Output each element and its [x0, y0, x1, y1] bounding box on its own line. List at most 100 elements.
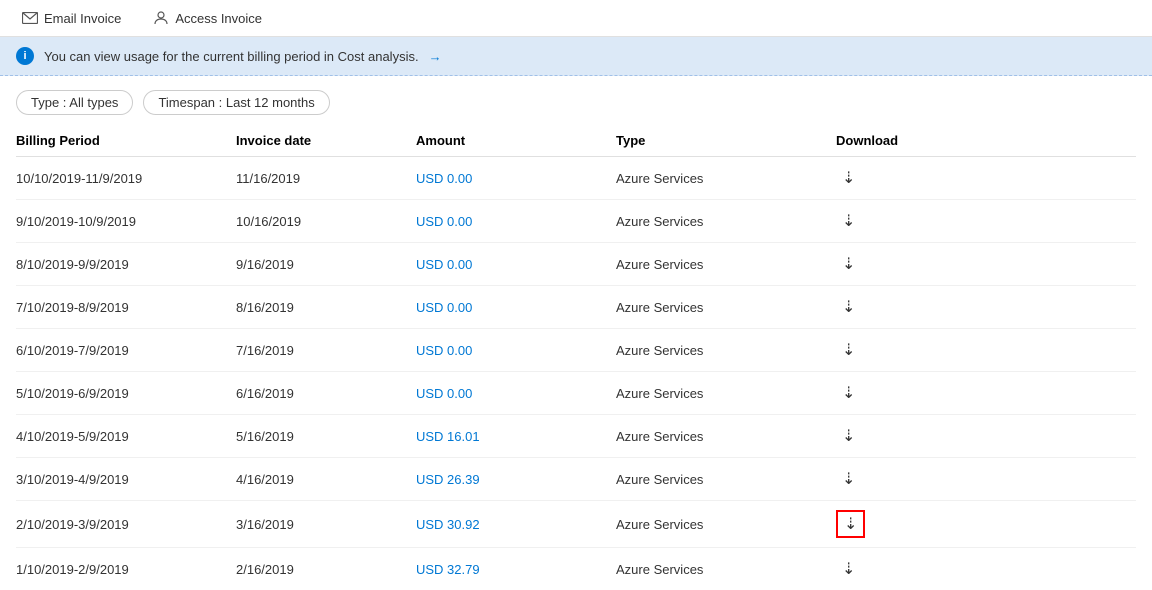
type-filter-button[interactable]: Type : All types: [16, 90, 133, 115]
cell-amount[interactable]: USD 32.79: [416, 548, 616, 590]
cell-amount[interactable]: USD 16.01: [416, 415, 616, 458]
cost-analysis-link[interactable]: →: [429, 49, 442, 64]
cell-invoice-date: 8/16/2019: [236, 286, 416, 329]
download-button[interactable]: ⇣: [836, 510, 865, 538]
cell-type: Azure Services: [616, 286, 836, 329]
cell-amount[interactable]: USD 26.39: [416, 458, 616, 501]
download-button[interactable]: ⇣: [836, 295, 861, 319]
cell-amount[interactable]: USD 0.00: [416, 200, 616, 243]
envelope-icon: [22, 12, 38, 24]
header-download: Download: [836, 125, 1136, 157]
amount-link[interactable]: USD 0.00: [416, 214, 472, 229]
cell-invoice-date: 2/16/2019: [236, 548, 416, 590]
cell-amount[interactable]: USD 0.00: [416, 243, 616, 286]
table-row: 8/10/2019-9/9/20199/16/2019USD 0.00 Azure…: [16, 243, 1136, 286]
cell-type: Azure Services: [616, 243, 836, 286]
timespan-filter-button[interactable]: Timespan : Last 12 months: [143, 90, 329, 115]
table-row: 10/10/2019-11/9/201911/16/2019USD 0.00 Az…: [16, 157, 1136, 200]
access-invoice-label: Access Invoice: [175, 11, 262, 26]
cell-amount[interactable]: USD 0.00: [416, 286, 616, 329]
cell-billing-period: 8/10/2019-9/9/2019: [16, 243, 236, 286]
cell-billing-period: 10/10/2019-11/9/2019: [16, 157, 236, 200]
amount-link[interactable]: USD 0.00: [416, 171, 472, 186]
cell-invoice-date: 10/16/2019: [236, 200, 416, 243]
cell-billing-period: 2/10/2019-3/9/2019: [16, 501, 236, 548]
cell-billing-period: 7/10/2019-8/9/2019: [16, 286, 236, 329]
cell-download[interactable]: ⇣: [836, 372, 1136, 415]
cell-invoice-date: 9/16/2019: [236, 243, 416, 286]
cell-invoice-date: 6/16/2019: [236, 372, 416, 415]
table-row: 3/10/2019-4/9/20194/16/2019USD 26.39 Azur…: [16, 458, 1136, 501]
header-amount: Amount: [416, 125, 616, 157]
info-icon: i: [16, 47, 34, 65]
person-icon: [153, 10, 169, 26]
download-button[interactable]: ⇣: [836, 424, 861, 448]
table-row: 2/10/2019-3/9/20193/16/2019USD 30.92 Azur…: [16, 501, 1136, 548]
cell-download[interactable]: ⇣: [836, 243, 1136, 286]
cell-download[interactable]: ⇣: [836, 458, 1136, 501]
cell-type: Azure Services: [616, 548, 836, 590]
cell-type: Azure Services: [616, 157, 836, 200]
cell-billing-period: 5/10/2019-6/9/2019: [16, 372, 236, 415]
table-row: 5/10/2019-6/9/20196/16/2019USD 0.00 Azure…: [16, 372, 1136, 415]
download-button[interactable]: ⇣: [836, 338, 861, 362]
cell-amount[interactable]: USD 0.00: [416, 157, 616, 200]
access-invoice-button[interactable]: Access Invoice: [147, 6, 268, 30]
amount-link[interactable]: USD 30.92: [416, 517, 480, 532]
cell-invoice-date: 4/16/2019: [236, 458, 416, 501]
cell-amount[interactable]: USD 0.00: [416, 372, 616, 415]
header-billing-period: Billing Period: [16, 125, 236, 157]
table-row: 9/10/2019-10/9/201910/16/2019USD 0.00 Azu…: [16, 200, 1136, 243]
cell-invoice-date: 5/16/2019: [236, 415, 416, 458]
cell-type: Azure Services: [616, 415, 836, 458]
table-row: 7/10/2019-8/9/20198/16/2019USD 0.00 Azure…: [16, 286, 1136, 329]
amount-link[interactable]: USD 0.00: [416, 386, 472, 401]
cell-billing-period: 3/10/2019-4/9/2019: [16, 458, 236, 501]
cell-type: Azure Services: [616, 372, 836, 415]
cell-download[interactable]: ⇣: [836, 548, 1136, 590]
cell-invoice-date: 3/16/2019: [236, 501, 416, 548]
toolbar: Email Invoice Access Invoice: [0, 0, 1152, 37]
cell-billing-period: 1/10/2019-2/9/2019: [16, 548, 236, 590]
info-banner: i You can view usage for the current bil…: [0, 37, 1152, 76]
amount-link[interactable]: USD 0.00: [416, 257, 472, 272]
cell-invoice-date: 11/16/2019: [236, 157, 416, 200]
amount-link[interactable]: USD 32.79: [416, 562, 480, 577]
cell-invoice-date: 7/16/2019: [236, 329, 416, 372]
download-button[interactable]: ⇣: [836, 209, 861, 233]
cell-billing-period: 4/10/2019-5/9/2019: [16, 415, 236, 458]
amount-link[interactable]: USD 16.01: [416, 429, 480, 444]
banner-message: You can view usage for the current billi…: [44, 49, 419, 64]
cell-billing-period: 6/10/2019-7/9/2019: [16, 329, 236, 372]
table-header-row: Billing Period Invoice date Amount Type …: [16, 125, 1136, 157]
cell-download[interactable]: ⇣: [836, 329, 1136, 372]
cell-type: Azure Services: [616, 200, 836, 243]
amount-link[interactable]: USD 26.39: [416, 472, 480, 487]
header-type: Type: [616, 125, 836, 157]
cell-download[interactable]: ⇣: [836, 501, 1136, 548]
cell-billing-period: 9/10/2019-10/9/2019: [16, 200, 236, 243]
cell-download[interactable]: ⇣: [836, 200, 1136, 243]
cell-type: Azure Services: [616, 458, 836, 501]
email-invoice-button[interactable]: Email Invoice: [16, 7, 127, 30]
cell-download[interactable]: ⇣: [836, 415, 1136, 458]
table-row: 1/10/2019-2/9/20192/16/2019USD 32.79 Azur…: [16, 548, 1136, 590]
download-button[interactable]: ⇣: [836, 467, 861, 491]
download-button[interactable]: ⇣: [836, 166, 861, 190]
download-button[interactable]: ⇣: [836, 252, 861, 276]
cell-type: Azure Services: [616, 329, 836, 372]
amount-link[interactable]: USD 0.00: [416, 343, 472, 358]
table-row: 6/10/2019-7/9/20197/16/2019USD 0.00 Azure…: [16, 329, 1136, 372]
invoice-table: Billing Period Invoice date Amount Type …: [16, 125, 1136, 590]
cell-download[interactable]: ⇣: [836, 286, 1136, 329]
invoice-table-wrapper: Billing Period Invoice date Amount Type …: [0, 125, 1152, 590]
cell-amount[interactable]: USD 0.00: [416, 329, 616, 372]
cell-type: Azure Services: [616, 501, 836, 548]
amount-link[interactable]: USD 0.00: [416, 300, 472, 315]
cell-download[interactable]: ⇣: [836, 157, 1136, 200]
header-invoice-date: Invoice date: [236, 125, 416, 157]
download-button[interactable]: ⇣: [836, 381, 861, 405]
cell-amount[interactable]: USD 30.92: [416, 501, 616, 548]
table-row: 4/10/2019-5/9/20195/16/2019USD 16.01 Azur…: [16, 415, 1136, 458]
download-button[interactable]: ⇣: [836, 557, 861, 581]
